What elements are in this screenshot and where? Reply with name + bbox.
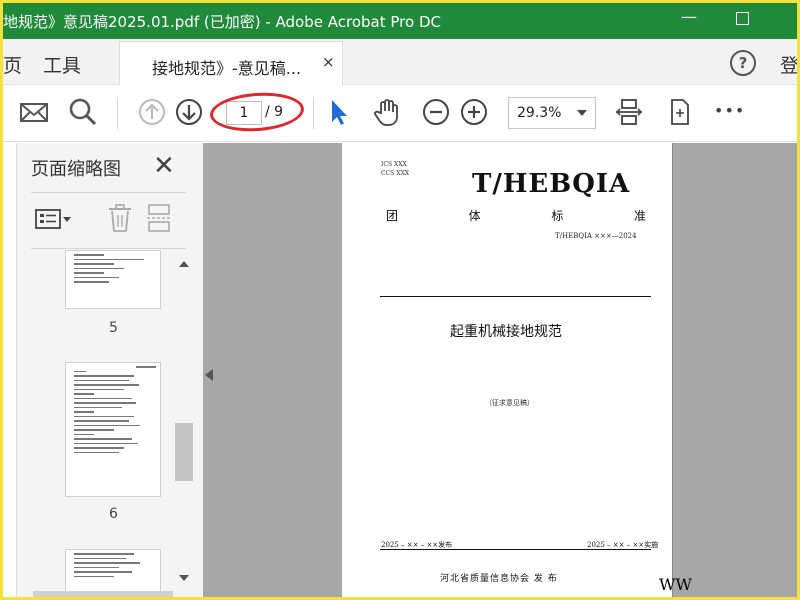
page-thumbnail[interactable]: [65, 362, 161, 497]
panel-title: 页面缩略图: [31, 159, 121, 180]
tab-bar: 页 工具 接地规范》-意见稿... × ? 登: [3, 39, 797, 85]
help-button[interactable]: ?: [730, 50, 756, 76]
draft-note: （征求意见稿）: [485, 399, 534, 407]
select-cursor-icon[interactable]: [323, 96, 355, 128]
document-title: 起重机械接地规范: [450, 324, 562, 340]
close-icon[interactable]: ✕: [153, 151, 175, 181]
collapse-panel-icon[interactable]: [205, 369, 213, 381]
watermark-text: WW: [659, 575, 692, 594]
heading-char: 准: [633, 209, 646, 223]
toolbar: 1 / 9 29.3% •••: [3, 85, 797, 142]
more-tools-button[interactable]: •••: [714, 101, 745, 120]
ics-line: ICS XXX: [381, 161, 407, 168]
insert-page-icon[interactable]: [146, 203, 172, 233]
horizontal-scrollbar[interactable]: [33, 591, 173, 597]
thumbnail-page-number: 5: [109, 320, 118, 336]
thumbnail-page-number: 6: [109, 506, 118, 522]
zoom-in-icon[interactable]: [458, 96, 490, 128]
page-thumbnail[interactable]: [65, 250, 161, 309]
ccs-line: CCS XXX: [381, 170, 410, 177]
highlight-ring: [208, 89, 306, 135]
tab-home[interactable]: 页: [3, 51, 22, 78]
full-screen-icon[interactable]: [663, 96, 695, 128]
previous-page-icon[interactable]: [136, 96, 168, 128]
tab-tools[interactable]: 工具: [43, 51, 81, 78]
standard-number: T/HEBQIA ×××—2024: [555, 232, 637, 240]
toolbar-divider: [313, 97, 314, 129]
toolbar-divider: [117, 97, 118, 129]
mail-icon[interactable]: [18, 96, 50, 128]
scrollbar-thumb[interactable]: [175, 423, 193, 481]
standard-code: T/HEBQIA: [472, 169, 631, 199]
side-icon-strip: [3, 143, 17, 597]
next-page-icon[interactable]: [173, 96, 205, 128]
page-rule: [380, 549, 651, 550]
fit-page-icon[interactable]: [613, 96, 645, 128]
trash-icon[interactable]: [107, 203, 133, 233]
scroll-down-arrow[interactable]: [179, 575, 189, 581]
search-icon[interactable]: [67, 96, 99, 128]
hand-tool-icon[interactable]: [371, 96, 403, 128]
tab-close-button[interactable]: ×: [322, 53, 335, 71]
minimize-button[interactable]: —: [679, 7, 699, 27]
maximize-button[interactable]: [736, 12, 749, 25]
zoom-value: 29.3%: [517, 105, 562, 121]
app-window: 地规范》意见稿2025.01.pdf (已加密) - Adobe Acrobat…: [0, 0, 800, 600]
panel-divider: [31, 192, 186, 193]
tab-document[interactable]: 接地规范》-意见稿... ×: [119, 41, 343, 85]
ics-code: ICS XXX CCS XXX: [381, 160, 409, 178]
chevron-down-icon: [577, 110, 587, 116]
tab-document-label: 接地规范》-意见稿...: [152, 59, 302, 78]
zoom-out-icon[interactable]: [420, 96, 452, 128]
title-bar: 地规范》意见稿2025.01.pdf (已加密) - Adobe Acrobat…: [3, 3, 797, 39]
group-standard-heading: 团 体 标 准: [386, 207, 646, 224]
zoom-dropdown[interactable]: 29.3%: [508, 97, 596, 129]
issuer: 河北省质量信息协会 发 布: [440, 574, 558, 584]
heading-char: 团: [386, 209, 399, 223]
heading-char: 标: [551, 209, 564, 223]
scroll-up-arrow[interactable]: [179, 261, 189, 267]
page-rule: [380, 296, 651, 297]
heading-char: 体: [468, 209, 481, 223]
login-button[interactable]: 登: [780, 51, 797, 78]
window-title: 地规范》意见稿2025.01.pdf (已加密) - Adobe Acrobat…: [3, 13, 441, 31]
panel-divider: [31, 248, 186, 249]
document-page: ICS XXX CCS XXX T/HEBQIA 团 体 标 准 T/HEBQI…: [342, 143, 673, 597]
thumbnail-options-button[interactable]: [35, 207, 73, 231]
